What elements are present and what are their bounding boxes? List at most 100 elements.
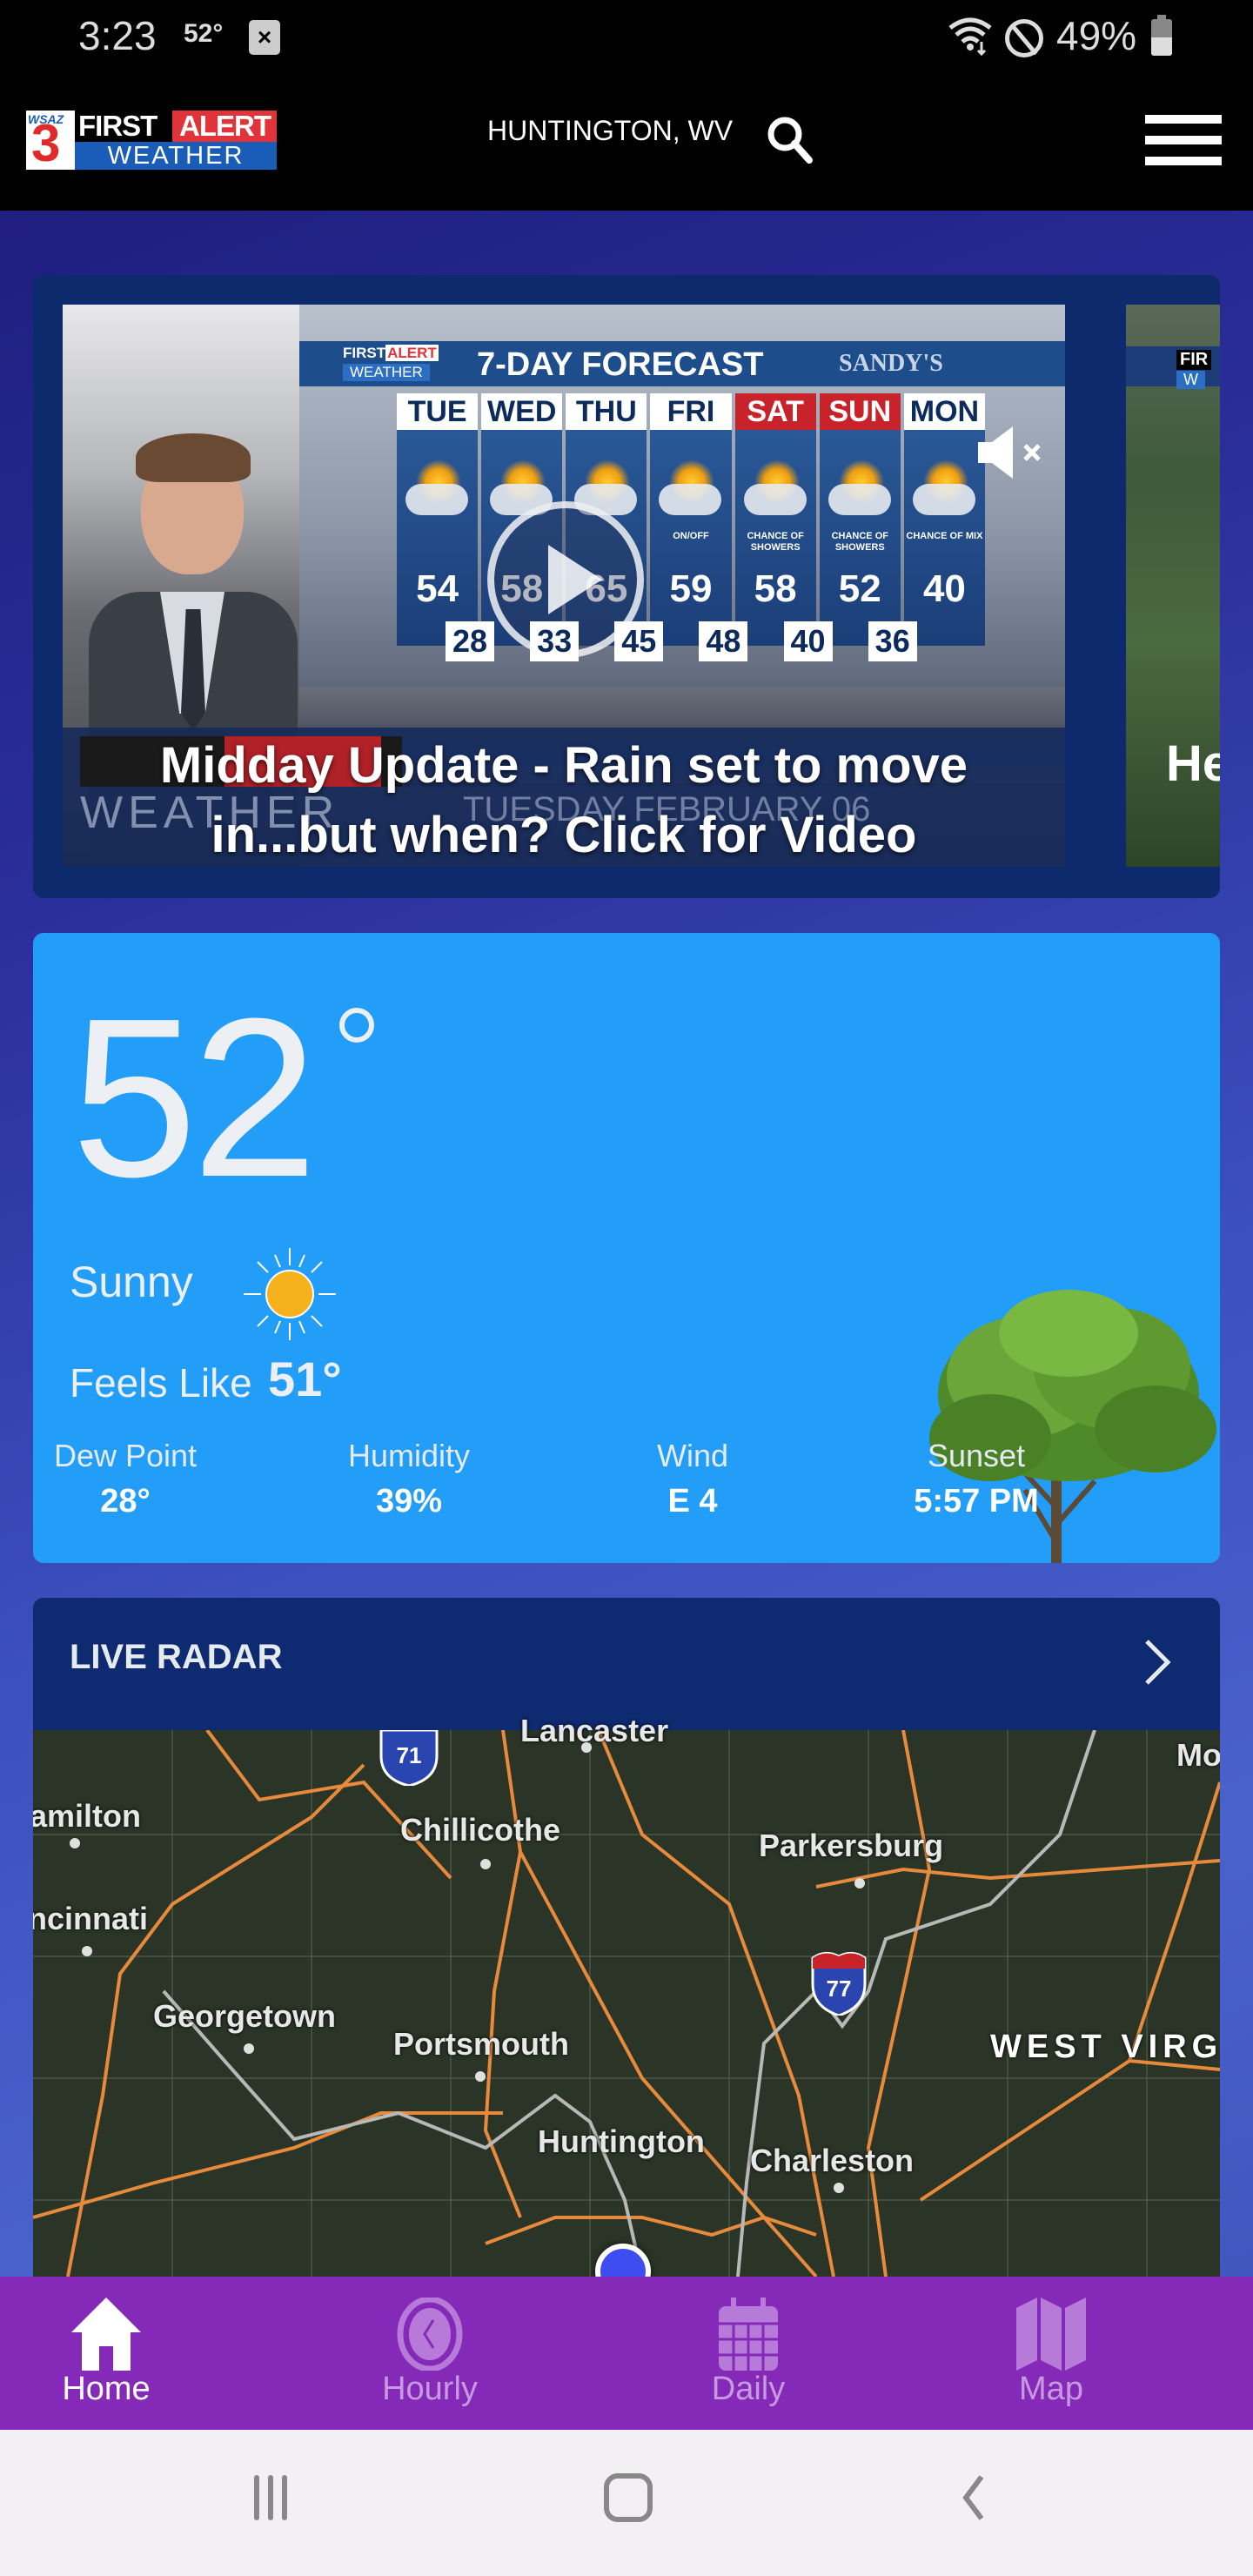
current-conditions-card[interactable]: 52 Sunny Feels Like 51° Dew Point 28° Humi… [33, 933, 1220, 1563]
forecast-day-name: FRI [650, 393, 732, 430]
map-icon [1016, 2298, 1086, 2371]
volume-mute-icon[interactable] [978, 426, 1048, 479]
forecast-day-name: THU [566, 393, 647, 430]
forecast-day-name: SUN [819, 393, 901, 430]
map-city-label: Lancaster [520, 1713, 669, 1748]
forecast-cloud-icon [743, 484, 807, 515]
bottom-navigation: Home Hourly Daily Map [0, 2277, 1253, 2430]
svg-text:71: 71 [397, 1742, 422, 1768]
live-radar-card[interactable]: LIVE RADAR 71 77 Lancaster amilton Chill… [33, 1598, 1220, 2277]
forecast-high: 40 [922, 567, 966, 610]
current-temperature: 52 [71, 972, 318, 1224]
forecast-high: 58 [754, 567, 797, 610]
nav-label: Map [1019, 2371, 1083, 2407]
map-city-label: Georgetown [153, 1998, 337, 2034]
stat-label: Wind [656, 1438, 729, 1473]
map-city-label: amilton [33, 1798, 142, 1834]
map-city-dot [581, 1742, 592, 1753]
radar-header[interactable]: LIVE RADAR [33, 1598, 1220, 1730]
svg-text:77: 77 [827, 1976, 852, 2002]
logo-alert: ALERT [172, 111, 277, 142]
forecast-cloud-icon [912, 484, 975, 515]
nav-label: Daily [711, 2371, 786, 2407]
forecast-day-desc: CHANCE OF SHOWERS [747, 531, 804, 553]
forecast-day-name: WED [481, 393, 563, 430]
battery-fill [1151, 37, 1172, 56]
board-sponsor: SANDY'S [839, 350, 943, 377]
map-city-dot [70, 1838, 80, 1848]
radar-map[interactable]: 71 77 Lancaster amilton Chillicothe Park… [33, 1713, 1220, 2277]
stat-label: Dew Point [53, 1438, 198, 1473]
nav-item-home[interactable]: Home [2, 2277, 211, 2430]
back-icon[interactable] [957, 2472, 992, 2524]
video-caption[interactable]: Midday Update - Rain set to move in...bu… [97, 731, 1030, 867]
location-label[interactable]: HUNTINGTON, WV [487, 115, 733, 147]
logo-first: FIRST [78, 110, 157, 142]
forecast-high: 54 [416, 567, 459, 610]
home-button-icon[interactable] [604, 2473, 653, 2522]
map-city-dot [480, 1859, 491, 1869]
do-not-disturb-icon [1005, 19, 1043, 57]
wifi-icon [948, 17, 992, 56]
forecast-day: FRI ON/OFF 59 48 [650, 393, 748, 661]
status-temp: 52° [184, 19, 224, 48]
recent-apps-icon[interactable] [254, 2475, 303, 2524]
map-city-label: Parkersburg [759, 1828, 944, 1863]
forecast-day-name: SAT [734, 393, 816, 430]
current-condition: Sunny [70, 1258, 193, 1306]
app-logo[interactable]: WSAZ 3 FIRST ALERT WEATHER [26, 111, 277, 170]
forecast-high: 59 [669, 567, 713, 610]
map-city-label: Portsmouth [393, 2026, 569, 2062]
map-state-label: WEST VIRGINIA [990, 2029, 1220, 2065]
board-brand: FIRST ALERT [343, 345, 439, 361]
stat-label: Sunset [927, 1438, 1026, 1473]
chevron-right-icon[interactable] [1140, 1636, 1175, 1688]
stat-sunset: Sunset 5:57 PM [872, 1438, 1081, 1520]
map-city-label: Charleston [750, 2143, 915, 2178]
stat-label: Humidity [347, 1438, 471, 1473]
map-city-label: ncinnati [33, 1901, 149, 1936]
board-brand-weather: WEATHER [343, 364, 430, 381]
hamburger-menu-icon[interactable] [1145, 115, 1222, 165]
board-title: 7-DAY FORECAST [477, 346, 764, 383]
video-carousel[interactable]: FIRST ALERT WEATHER 7-DAY FORECAST SANDY'… [33, 275, 1220, 898]
system-navigation-bar [0, 2430, 1253, 2576]
map-city-dot [244, 2043, 254, 2054]
map-city-label: Huntington [538, 2123, 705, 2159]
forecast-low: 40 [783, 621, 833, 661]
clock-icon [397, 2298, 463, 2371]
nav-item-map[interactable]: Map [947, 2277, 1156, 2430]
forecast-day-desc: ON/OFF [673, 531, 709, 541]
map-city-label: Mo [1176, 1737, 1220, 1773]
feels-like-label: Feels Like [70, 1360, 252, 1405]
radar-title: LIVE RADAR [70, 1638, 283, 1676]
stat-dew-point: Dew Point 28° [33, 1438, 230, 1520]
stat-value: E 4 [667, 1483, 718, 1519]
forecast-day-desc: CHANCE OF MIX [906, 531, 983, 541]
forecast-board-graphic: FIRST ALERT WEATHER 7-DAY FORECAST SANDY'… [299, 341, 1065, 715]
next-slide-caption: He [1166, 735, 1220, 792]
video-slide[interactable]: FIRST ALERT WEATHER 7-DAY FORECAST SANDY'… [63, 305, 1065, 867]
forecast-days: TUE 54 28 WED 58 33 THU 65 45 FRI ON/OFF 59 48 SAT CHA… [397, 393, 988, 715]
forecast-day: SAT CHANCE OF SHOWERS 58 40 [734, 393, 833, 661]
forecast-day: SUN CHANCE OF SHOWERS 52 36 [819, 393, 917, 661]
stat-wind: Wind E 4 [588, 1438, 797, 1520]
weather-stats: Dew Point 28° Humidity 39% Wind E 4 Sunset 5:57… [33, 1438, 1220, 1533]
map-city-dot [82, 1946, 92, 1956]
nav-item-daily[interactable]: Daily [644, 2277, 853, 2430]
stat-value: 5:57 PM [914, 1483, 1039, 1519]
video-slide-next[interactable]: FIR W He [1126, 305, 1220, 867]
interstate-77-shield: 77 [811, 1952, 867, 2016]
map-city-dot [854, 1878, 865, 1888]
map-city-label: Chillicothe [400, 1812, 561, 1848]
forecast-day-desc: CHANCE OF SHOWERS [831, 531, 888, 553]
battery-icon [1151, 19, 1172, 56]
sun-icon [244, 1248, 336, 1340]
nav-item-hourly[interactable]: Hourly [325, 2277, 534, 2430]
forecast-board-header: FIRST ALERT WEATHER 7-DAY FORECAST SANDY'… [299, 341, 1065, 386]
nav-label: Home [62, 2371, 151, 2407]
logo-station-badge: WSAZ 3 [26, 111, 75, 170]
forecast-low: 36 [868, 621, 917, 661]
forecast-day-name: MON [903, 393, 985, 430]
search-icon[interactable] [766, 115, 814, 164]
